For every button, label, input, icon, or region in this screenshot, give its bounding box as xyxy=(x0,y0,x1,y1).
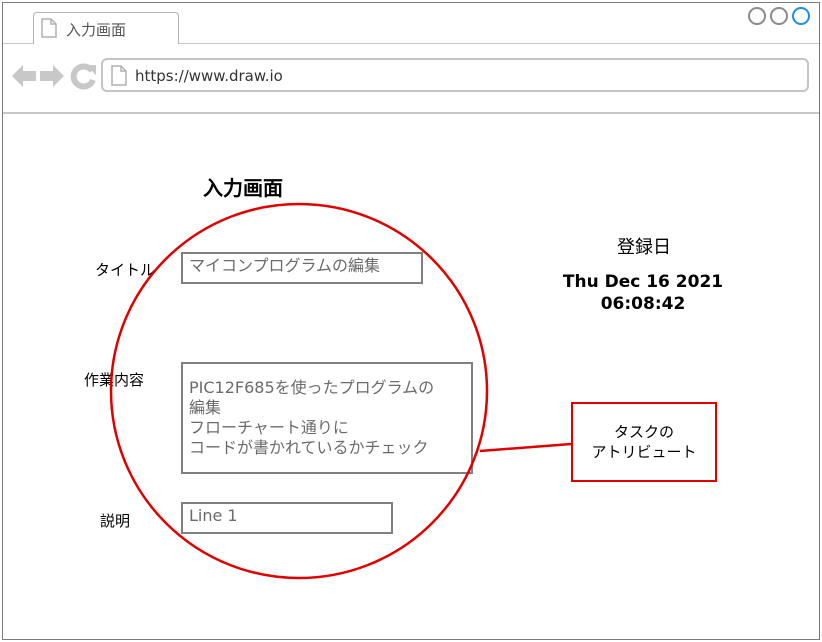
connector-line xyxy=(479,442,572,453)
work-content-field[interactable]: PIC12F685を使ったプログラムの 編集 フローチャート通りに コードが書か… xyxy=(181,362,473,474)
title-label: タイトル xyxy=(95,261,156,279)
navigation-bar: https://www.draw.io xyxy=(3,44,819,114)
minimize-button[interactable] xyxy=(748,7,766,25)
address-bar[interactable]: https://www.draw.io xyxy=(101,58,809,92)
browser-window: 入力画面 https://www.draw.io 入力画面 タイトル マイコンプ… xyxy=(2,2,820,640)
document-icon xyxy=(41,18,57,38)
registration-date-label: 登録日 xyxy=(617,237,671,258)
work-content-label: 作業内容 xyxy=(84,371,145,389)
maximize-button[interactable] xyxy=(770,7,788,25)
page-title: 入力画面 xyxy=(203,176,283,200)
registration-date-value: Thu Dec 16 2021 06:08:42 xyxy=(562,272,724,314)
close-button[interactable] xyxy=(792,7,810,25)
tab-title: 入力画面 xyxy=(66,21,127,39)
browser-tab[interactable]: 入力画面 xyxy=(33,12,179,44)
back-arrow-icon[interactable] xyxy=(10,61,38,91)
tab-bar: 入力画面 xyxy=(3,3,819,44)
page-content: 入力画面 タイトル マイコンプログラムの編集 作業内容 PIC12F685を使っ… xyxy=(3,114,819,639)
title-field[interactable]: マイコンプログラムの編集 xyxy=(181,252,423,284)
description-field[interactable]: Line 1 xyxy=(181,502,393,534)
forward-arrow-icon[interactable] xyxy=(38,61,66,91)
url-text: https://www.draw.io xyxy=(135,67,283,85)
annotation-callout: タスクの アトリビュート xyxy=(571,402,717,482)
reload-icon[interactable] xyxy=(70,61,98,91)
page-icon xyxy=(111,65,127,86)
description-label: 説明 xyxy=(100,512,131,530)
